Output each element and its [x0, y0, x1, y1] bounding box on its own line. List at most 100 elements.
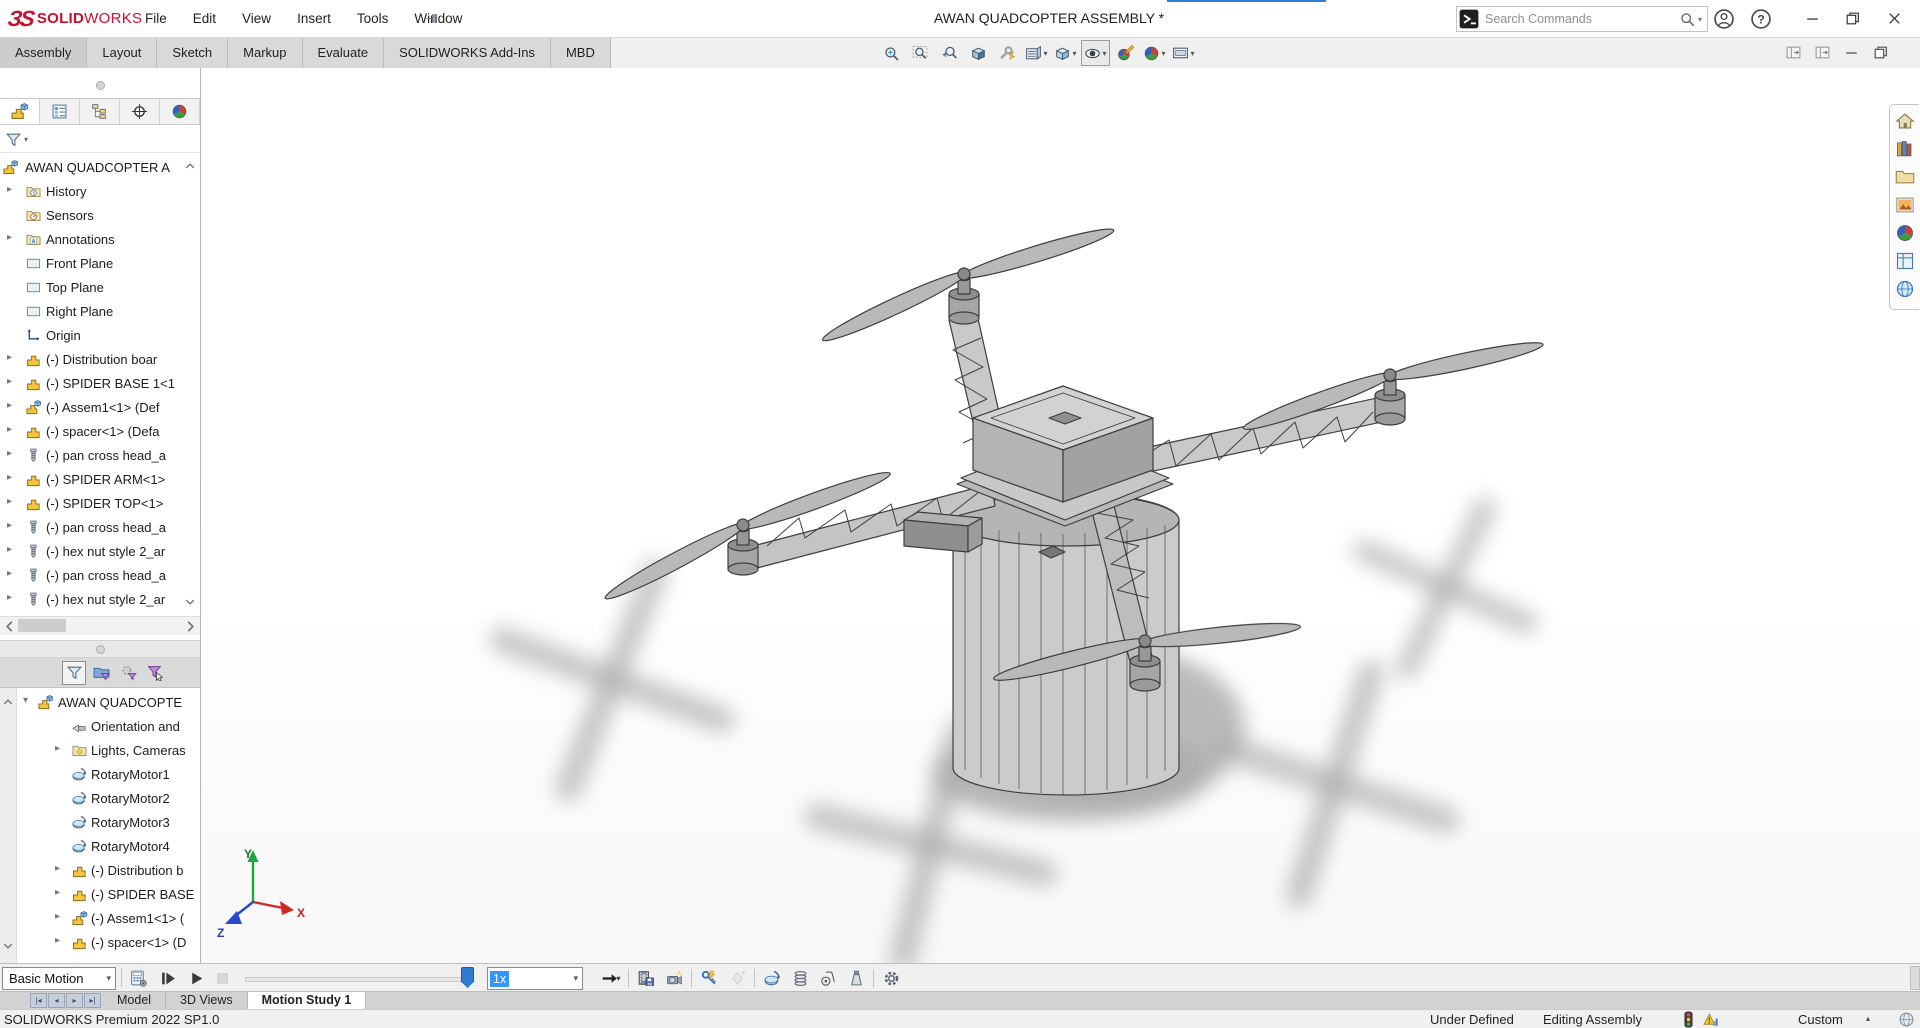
ribbon-tab-sketch[interactable]: Sketch: [157, 38, 228, 68]
tree-item[interactable]: ▸(-) SPIDER BASE: [17, 883, 200, 907]
win-restore-icon[interactable]: [1869, 41, 1891, 63]
tree-scroll-up-icon[interactable]: [184, 160, 196, 172]
search-dropdown-icon[interactable]: ▾: [1698, 15, 1702, 24]
filter-icon[interactable]: [62, 661, 86, 685]
panel-splitter-dot[interactable]: [96, 81, 105, 90]
win-min-icon[interactable]: [1840, 41, 1862, 63]
ribbon-tab-layout[interactable]: Layout: [87, 38, 157, 68]
tree-horizontal-scrollbar[interactable]: [0, 616, 200, 635]
spring-icon[interactable]: [789, 967, 811, 989]
tree-item[interactable]: Orientation and: [17, 715, 200, 739]
globe-status-icon[interactable]: [1898, 1011, 1915, 1028]
tree-item[interactable]: AWAN QUADCOPTER A: [0, 156, 200, 180]
scroll-thumb[interactable]: [18, 619, 66, 632]
motion-scroll-down-icon[interactable]: [2, 940, 14, 952]
tree-item[interactable]: ▸(-) hex nut style 2_ar: [0, 588, 200, 612]
filter-icon[interactable]: ▾: [5, 131, 28, 148]
file-explorer-icon[interactable]: [1895, 167, 1915, 187]
tree-item[interactable]: ▸(-) SPIDER ARM<1>: [0, 468, 200, 492]
gravity-icon[interactable]: [845, 967, 867, 989]
tree-item[interactable]: ▸(-) pan cross head_a: [0, 444, 200, 468]
tab-nav-1[interactable]: ◂: [48, 993, 65, 1008]
tree-item[interactable]: ▸Annotations: [0, 228, 200, 252]
ribbon-tab-assembly[interactable]: Assembly: [0, 38, 87, 68]
timeline-slider-track[interactable]: [245, 977, 467, 982]
design-library-icon[interactable]: [1895, 139, 1915, 159]
tree-item[interactable]: ▸(-) SPIDER BASE 1<1: [0, 372, 200, 396]
edit-appearance-icon[interactable]: [1112, 41, 1139, 65]
scroll-left-icon[interactable]: [1, 618, 17, 634]
tree-item[interactable]: Front Plane: [0, 252, 200, 276]
panel-tab-propertymanager[interactable]: [40, 99, 80, 124]
view-selector-icon[interactable]: ▾: [1023, 41, 1050, 65]
filter-cursor-icon[interactable]: [143, 661, 167, 685]
menu-item-view[interactable]: View: [229, 0, 284, 37]
hide-show-icon[interactable]: ▾: [1081, 40, 1110, 66]
doc-pane-icon[interactable]: [1782, 41, 1804, 63]
tree-item[interactable]: ▸(-) pan cross head_a: [0, 564, 200, 588]
doc-tab-motion-study-1[interactable]: Motion Study 1: [248, 992, 367, 1010]
tab-nav-0[interactable]: |◂: [30, 993, 47, 1008]
menu-item-insert[interactable]: Insert: [284, 0, 344, 37]
tree-item[interactable]: ▸(-) Distribution boar: [0, 348, 200, 372]
tree-item[interactable]: RotaryMotor2: [17, 787, 200, 811]
motion-scroll-up-icon[interactable]: [2, 696, 14, 708]
motor-icon[interactable]: [761, 967, 783, 989]
tree-item[interactable]: ▸(-) spacer<1> (Defa: [0, 420, 200, 444]
search-box[interactable]: ▾: [1456, 6, 1708, 32]
appearances-icon[interactable]: [1895, 223, 1915, 243]
tree-item[interactable]: Origin: [0, 324, 200, 348]
ribbon-tab-mbd[interactable]: MBD: [551, 38, 611, 68]
motion-bar-scroll[interactable]: [1910, 966, 1920, 990]
menu-item-tools[interactable]: Tools: [344, 0, 402, 37]
stop-button[interactable]: [211, 968, 233, 988]
tree-item[interactable]: RotaryMotor1: [17, 763, 200, 787]
custom-properties-icon[interactable]: [1895, 251, 1915, 271]
previous-view-icon[interactable]: [936, 41, 963, 65]
playback-mode-icon[interactable]: ▾: [600, 967, 622, 989]
ribbon-tab-evaluate[interactable]: Evaluate: [303, 38, 385, 68]
tab-nav-2[interactable]: ▸: [66, 993, 83, 1008]
play-from-start-button[interactable]: [157, 968, 179, 988]
tree-item[interactable]: ▾AWAN QUADCOPTE: [17, 691, 200, 715]
zoom-fit-icon[interactable]: [878, 41, 905, 65]
tree-item[interactable]: ▸(-) spacer<1> (D: [17, 931, 200, 955]
ribbon-tab-markup[interactable]: Markup: [228, 38, 302, 68]
tree-item[interactable]: ▸(-) pan cross head_a: [0, 516, 200, 540]
apply-scene-icon[interactable]: ▾: [1141, 41, 1168, 65]
section-view-icon[interactable]: [965, 41, 992, 65]
add-key-icon[interactable]: [726, 967, 748, 989]
playback-speed-select[interactable]: 1x ▾: [487, 967, 583, 990]
units-dropdown-icon[interactable]: ▴: [1866, 1014, 1870, 1023]
view-palette-icon[interactable]: [1895, 195, 1915, 215]
forum-icon[interactable]: [1895, 279, 1915, 299]
account-icon[interactable]: [1712, 7, 1736, 31]
tree-item[interactable]: ▸(-) SPIDER TOP<1>: [0, 492, 200, 516]
tree-item[interactable]: ▸History: [0, 180, 200, 204]
contact-icon[interactable]: [817, 967, 839, 989]
display-style-icon[interactable]: ▾: [1052, 41, 1079, 65]
save-animation-icon[interactable]: [635, 967, 657, 989]
study-type-select[interactable]: Basic Motion ▾: [2, 967, 116, 990]
panel-tab-dimxpert[interactable]: [120, 99, 160, 124]
doc-tab-model[interactable]: Model: [103, 992, 166, 1010]
calculate-button[interactable]: [127, 968, 149, 988]
animation-wizard-icon[interactable]: [663, 967, 685, 989]
ribbon-tab-solidworks-add-ins[interactable]: SOLIDWORKS Add-Ins: [384, 38, 551, 68]
help-icon[interactable]: [1749, 7, 1773, 31]
status-units-custom[interactable]: Custom: [1798, 1012, 1843, 1027]
tab-nav-3[interactable]: ▸|: [84, 993, 101, 1008]
tree-item[interactable]: ▸(-) hex nut style 2_ar: [0, 540, 200, 564]
restore-button[interactable]: [1832, 0, 1872, 36]
tree-splitter[interactable]: [0, 640, 200, 658]
menu-item-edit[interactable]: Edit: [180, 0, 229, 37]
play-button[interactable]: [185, 968, 207, 988]
tree-item[interactable]: ▸Lights, Cameras: [17, 739, 200, 763]
pin-icon[interactable]: [425, 10, 443, 28]
doc-tab-3d-views[interactable]: 3D Views: [166, 992, 248, 1010]
close-button[interactable]: [1874, 0, 1914, 36]
properties-icon[interactable]: [880, 967, 902, 989]
timeline-slider-handle[interactable]: [461, 967, 474, 988]
doc-pane-icon[interactable]: [1811, 41, 1833, 63]
tree-item[interactable]: Top Plane: [0, 276, 200, 300]
